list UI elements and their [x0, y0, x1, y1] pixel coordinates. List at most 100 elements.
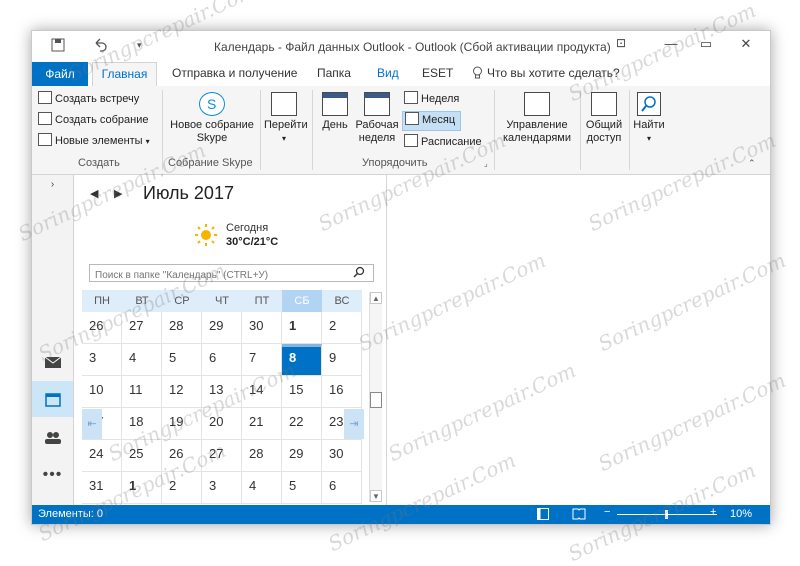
weekday-header: ВТ [122, 290, 162, 312]
go-to-button[interactable]: Перейти ▾ [264, 92, 308, 145]
tell-me-box[interactable]: Что вы хотите сделать? [487, 66, 620, 80]
find-button[interactable]: Найти ▾ [632, 92, 666, 145]
day-cell[interactable]: 5 [282, 472, 322, 504]
minimize-button[interactable]: — [657, 36, 685, 51]
close-button[interactable]: ✕ [732, 36, 760, 52]
day-cell[interactable]: 29 [282, 440, 322, 472]
day-cell[interactable]: 28 [162, 312, 202, 344]
day-cell[interactable]: 27 [202, 440, 242, 472]
manage-calendars-icon [524, 92, 550, 116]
search-input[interactable] [95, 268, 345, 283]
dialog-launcher-icon[interactable]: ⌟ [484, 159, 488, 168]
day-cell[interactable]: 10 [82, 376, 122, 408]
normal-view-icon[interactable] [537, 508, 549, 523]
day-cell[interactable]: 26 [162, 440, 202, 472]
zoom-slider-knob[interactable] [665, 510, 668, 519]
month-view-button[interactable]: Месяц [402, 111, 462, 131]
day-cell[interactable]: 13 [202, 376, 242, 408]
day-cell[interactable]: 1 [282, 312, 322, 344]
day-cell[interactable]: 30 [242, 312, 282, 344]
day-cell[interactable]: 28 [242, 440, 282, 472]
group-divider [580, 90, 581, 170]
previous-month-icon[interactable]: ◀ [90, 187, 98, 200]
new-meeting-button[interactable]: Создать собрание [38, 111, 148, 129]
day-cell[interactable]: 3 [202, 472, 242, 504]
day-cell-today[interactable]: 8 [282, 344, 322, 376]
day-cell[interactable]: 2 [322, 312, 362, 344]
scroll-up-icon[interactable]: ▲ [370, 292, 382, 304]
lightbulb-icon [472, 66, 483, 82]
day-cell[interactable]: 20 [202, 408, 242, 440]
manage-calendars-button[interactable]: Управление календарями [498, 92, 576, 145]
day-view-button[interactable]: День [317, 92, 353, 132]
mail-icon[interactable] [32, 343, 73, 379]
calendar-nav-icon[interactable] [32, 381, 73, 417]
day-cell[interactable]: 5 [162, 344, 202, 376]
reading-view-icon[interactable] [572, 508, 586, 523]
people-icon[interactable] [32, 419, 73, 455]
day-cell[interactable]: 3 [82, 344, 122, 376]
day-cell[interactable]: 24 [82, 440, 122, 472]
day-cell[interactable]: 1 [122, 472, 162, 504]
zoom-level[interactable]: 10% [730, 508, 752, 520]
day-cell[interactable]: 19 [162, 408, 202, 440]
day-cell[interactable]: 4 [122, 344, 162, 376]
day-cell[interactable]: 12 [162, 376, 202, 408]
scroll-down-icon[interactable]: ▼ [370, 490, 382, 502]
undo-icon[interactable] [92, 37, 108, 55]
day-cell[interactable]: 31 [82, 472, 122, 504]
day-cell[interactable]: 7 [242, 344, 282, 376]
day-label: День [322, 119, 348, 131]
save-icon[interactable] [50, 37, 66, 55]
tab-view[interactable]: Вид [377, 66, 399, 80]
day-cell[interactable]: 9 [322, 344, 362, 376]
day-cell[interactable]: 25 [122, 440, 162, 472]
zoom-in-icon[interactable]: + [710, 506, 716, 518]
share-button[interactable]: Общий доступ [582, 92, 626, 145]
work-week-button[interactable]: Рабочая неделя [354, 92, 400, 145]
day-cell[interactable]: 6 [322, 472, 362, 504]
search-icon[interactable] [353, 266, 365, 281]
collapse-folder-pane-icon[interactable]: › [32, 175, 73, 195]
tab-folder[interactable]: Папка [317, 66, 351, 80]
day-cell[interactable]: 22 [282, 408, 322, 440]
maximize-button[interactable]: ▭ [692, 36, 720, 52]
day-cell[interactable]: 30 [322, 440, 362, 472]
day-cell[interactable]: 15 [282, 376, 322, 408]
day-cell[interactable]: 27 [122, 312, 162, 344]
more-apps-icon[interactable]: ••• [32, 457, 73, 493]
calendar-scrollbar[interactable]: ▲ ▼ [369, 292, 382, 502]
customize-qat-icon[interactable]: ▾ [137, 40, 142, 58]
day-cell[interactable]: 21 [242, 408, 282, 440]
week-view-button[interactable]: Неделя [404, 90, 459, 108]
skype-icon: S [199, 92, 225, 116]
tab-send-receive[interactable]: Отправка и получение [172, 66, 297, 80]
tab-file[interactable]: Файл [32, 62, 88, 86]
schedule-icon [404, 134, 418, 147]
next-month-icon[interactable]: ▶ [114, 187, 122, 200]
previous-appointment-icon[interactable]: ⇤ [82, 409, 102, 439]
day-cell[interactable]: 16 [322, 376, 362, 408]
day-cell[interactable]: 26 [82, 312, 122, 344]
collapse-ribbon-icon[interactable]: ⌃ [748, 158, 756, 169]
tab-eset[interactable]: ESET [422, 66, 453, 80]
scroll-thumb[interactable] [370, 392, 382, 408]
next-appointment-icon[interactable]: ⇥ [344, 409, 364, 439]
day-cell[interactable]: 29 [202, 312, 242, 344]
tab-home[interactable]: Главная [92, 62, 157, 88]
day-cell[interactable]: 6 [202, 344, 242, 376]
day-cell[interactable]: 11 [122, 376, 162, 408]
new-appointment-button[interactable]: Создать встречу [38, 90, 139, 108]
weekday-header: СР [162, 290, 202, 312]
day-cell[interactable]: 14 [242, 376, 282, 408]
ribbon-display-options-button[interactable]: ⊡ [607, 36, 635, 50]
day-cell[interactable]: 4 [242, 472, 282, 504]
schedule-view-button[interactable]: Расписание [404, 133, 482, 151]
weather-temperature: 30°C/21°C [226, 236, 279, 248]
zoom-out-icon[interactable]: − [604, 506, 610, 518]
day-cell[interactable]: 18 [122, 408, 162, 440]
new-items-button[interactable]: Новые элементы ▾ [38, 132, 150, 150]
day-cell[interactable]: 2 [162, 472, 202, 504]
skype-meeting-button[interactable]: S Новое собрание Skype [168, 92, 256, 145]
search-box[interactable] [89, 264, 374, 283]
